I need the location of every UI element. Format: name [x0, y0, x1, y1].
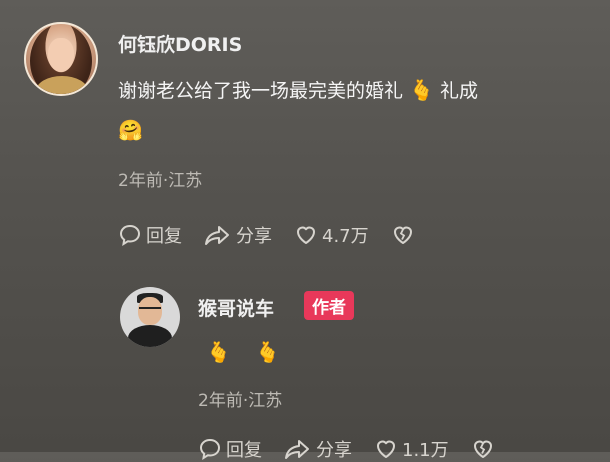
comment-text: 谢谢老公给了我一场最完美的婚礼 [118, 80, 404, 102]
comment-meta: 2年前·江苏 [118, 171, 203, 191]
author-badge: 作者 [304, 291, 354, 320]
share-label: 分享 [236, 226, 272, 247]
broken-heart-icon [473, 440, 492, 458]
like-button[interactable]: 1.1万 [374, 436, 449, 462]
comment-username[interactable]: 何钰欣DORIS [118, 30, 242, 57]
share-button[interactable]: 分享 [284, 436, 352, 462]
comment-text-line2: 🤗 [118, 110, 143, 151]
finger-heart-emoji: 🫰 [206, 340, 231, 364]
avatar-face [48, 38, 74, 72]
comment-text-tail: 礼成 [440, 80, 479, 102]
reply-meta: 2年前·江苏 [198, 391, 283, 411]
share-arrow-icon [205, 226, 229, 245]
comment-text-line1: 谢谢老公给了我一场最完美的婚礼 🫰 礼成 [118, 70, 478, 111]
broken-heart-icon [393, 226, 412, 244]
reply-label: 回复 [146, 226, 182, 247]
reply-username[interactable]: 猴哥说车 [198, 294, 274, 321]
comment-actions: 回复 分享 4.7万 [118, 222, 441, 248]
dislike-button[interactable] [471, 437, 499, 461]
reply-label: 回复 [226, 440, 262, 461]
avatar-body [128, 325, 172, 347]
share-button[interactable]: 分享 [204, 222, 272, 248]
reply-avatar[interactable] [120, 287, 180, 347]
finger-heart-emoji: 🫰 [409, 78, 434, 102]
comment-bubble-icon [199, 438, 221, 461]
like-button[interactable]: 4.7万 [294, 222, 369, 248]
heart-icon [377, 440, 395, 458]
reply-actions: 回复 分享 1.1万 [198, 436, 521, 462]
avatar-glasses [139, 307, 161, 314]
comment-bubble-icon [119, 224, 141, 247]
reply-button[interactable]: 回复 [118, 222, 182, 248]
hug-emoji: 🤗 [118, 118, 143, 142]
heart-icon [297, 226, 315, 244]
avatar[interactable] [24, 22, 98, 96]
share-label: 分享 [316, 440, 352, 461]
dislike-button[interactable] [391, 223, 419, 247]
finger-heart-emoji: 🫰 [254, 340, 280, 364]
reply-text: 🫰 🫰 [206, 332, 280, 373]
like-count: 1.1万 [402, 440, 449, 461]
reply-button[interactable]: 回复 [198, 436, 262, 462]
share-arrow-icon [285, 440, 309, 459]
like-count: 4.7万 [322, 226, 369, 247]
